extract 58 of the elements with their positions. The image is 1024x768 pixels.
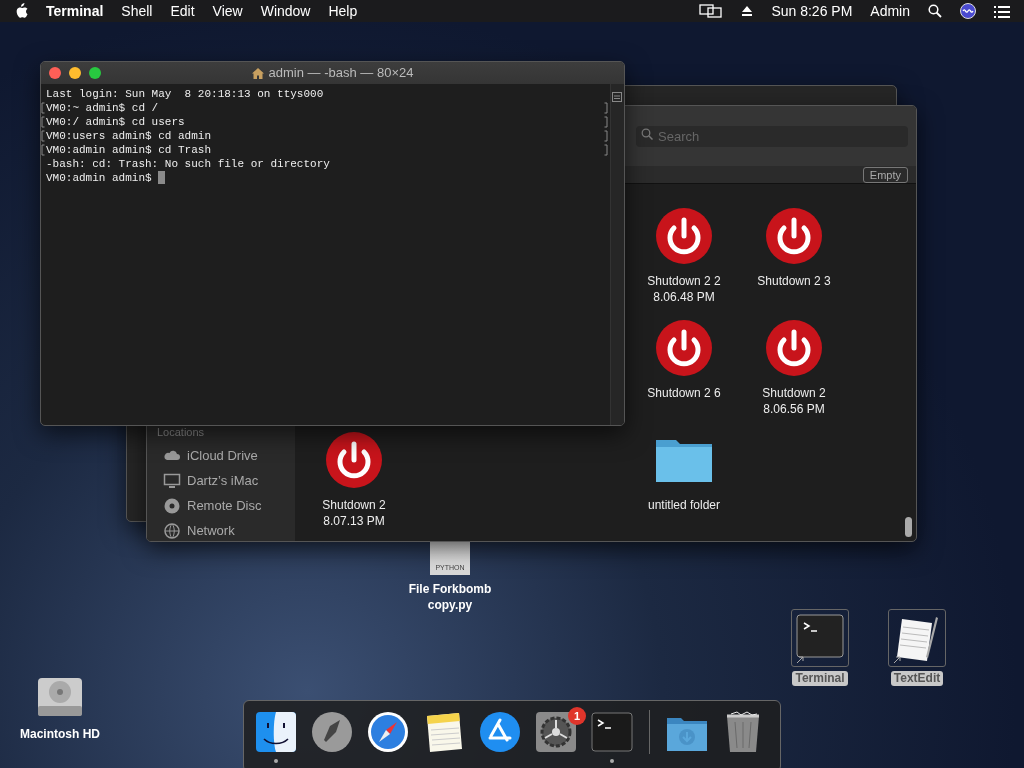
compass-icon[interactable] xyxy=(366,710,410,754)
search-icon xyxy=(641,128,653,140)
file-item[interactable]: Shutdown 2 6 xyxy=(629,318,739,430)
gear-icon[interactable] xyxy=(534,710,578,754)
sidebar-item[interactable]: iCloud Drive xyxy=(157,443,295,469)
terminal-line: VM0:~ admin$ cd / xyxy=(46,101,159,115)
zoom-button[interactable] xyxy=(89,67,101,79)
terminal-app-icon xyxy=(795,613,845,663)
menu-app-name[interactable]: Terminal xyxy=(46,0,104,22)
terminal-line: VM0:admin admin$ xyxy=(46,171,153,185)
list-icon[interactable] xyxy=(994,4,1010,18)
house-icon xyxy=(251,67,264,79)
menu-item[interactable]: Window xyxy=(260,0,311,22)
file-item[interactable]: Shutdown 2 8.07.13 PM xyxy=(299,430,409,541)
sidebar-item[interactable]: Remote Disc xyxy=(157,493,295,519)
search-icon[interactable] xyxy=(928,4,942,18)
app-store-icon[interactable] xyxy=(478,710,522,754)
smiling-face-icon[interactable] xyxy=(254,710,298,754)
disc-icon xyxy=(163,497,181,515)
sidebar-heading: Locations xyxy=(157,425,206,440)
sidebar-item[interactable]: Network xyxy=(157,518,295,541)
power-icon xyxy=(654,206,714,264)
file-item[interactable]: Shutdown 2 3 xyxy=(739,206,849,318)
terminal-line: VM0:users admin$ cd admin xyxy=(46,129,212,143)
menu-user[interactable]: Admin xyxy=(870,0,910,22)
power-icon xyxy=(764,206,824,264)
terminal-line: -bash: cd: Trash: No such file or directory xyxy=(46,157,330,171)
search-field[interactable]: Search xyxy=(636,126,908,147)
apple-logo-icon[interactable] xyxy=(14,3,28,19)
file-item[interactable]: untitled folder xyxy=(629,430,739,541)
window-title: admin — -bash — 80×24 xyxy=(268,64,414,83)
monitor-icon xyxy=(163,472,181,490)
eject-icon[interactable] xyxy=(741,5,754,17)
terminal-line: VM0:/ admin$ cd users xyxy=(46,115,185,129)
menu-clock[interactable]: Sun 8:26 PM xyxy=(771,0,853,22)
terminal-line: Last login: Sun May 8 20:18:13 on ttys000 xyxy=(46,87,324,101)
minimize-button[interactable] xyxy=(69,67,81,79)
file-item[interactable]: Shutdown 2 2 8.06.48 PM xyxy=(629,206,739,318)
file-item[interactable]: Shutdown 2 8.06.56 PM xyxy=(739,318,849,430)
menu-item[interactable]: Edit xyxy=(170,0,195,22)
desktop-icon[interactable]: Macintosh HD xyxy=(5,668,115,742)
scrollbar[interactable] xyxy=(905,517,912,537)
terminal-app-icon[interactable] xyxy=(590,710,634,754)
power-icon xyxy=(324,430,384,488)
menu-item[interactable]: Help xyxy=(328,0,358,22)
menu-item[interactable]: Shell xyxy=(121,0,153,22)
display-icon[interactable] xyxy=(699,3,724,19)
terminal-line: VM0:admin admin$ cd Trash xyxy=(46,143,212,157)
siri-icon[interactable] xyxy=(960,3,976,19)
sidebar-item[interactable]: Dartz’s iMac xyxy=(157,468,295,494)
power-icon xyxy=(764,318,824,376)
globe-icon xyxy=(163,522,181,540)
power-icon xyxy=(654,318,714,376)
menu-item[interactable]: View xyxy=(212,0,243,22)
close-button[interactable] xyxy=(49,67,61,79)
notification-badge: 1 xyxy=(568,707,586,725)
empty-button[interactable]: Empty xyxy=(862,166,908,183)
split-pane-icon[interactable] xyxy=(611,90,623,103)
